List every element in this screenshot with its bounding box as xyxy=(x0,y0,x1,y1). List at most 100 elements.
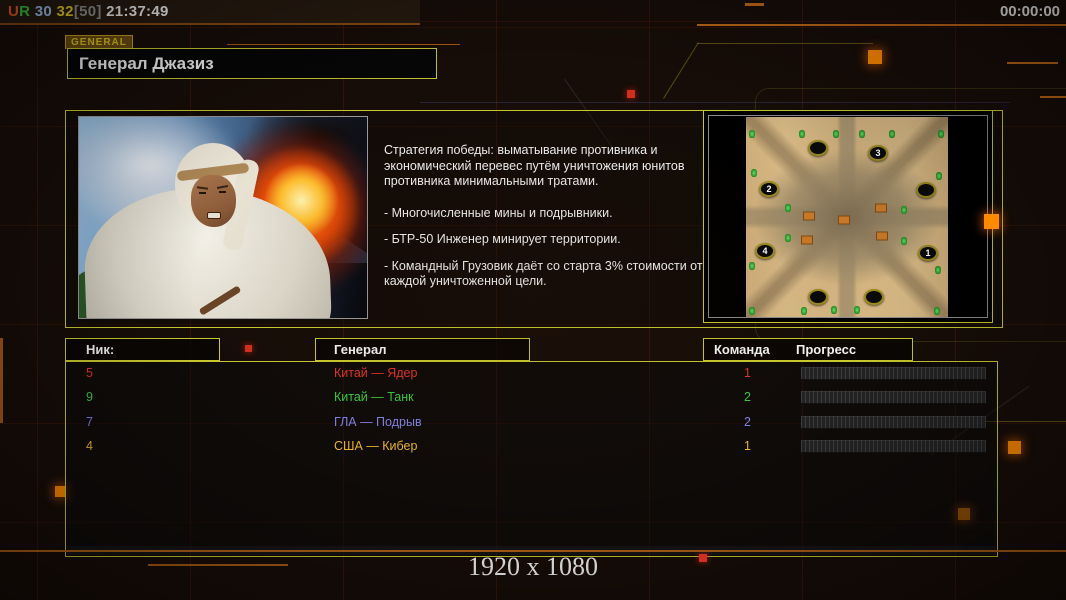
map-tree xyxy=(934,307,940,315)
map-tree xyxy=(749,130,755,138)
decor-square xyxy=(1008,441,1021,454)
map-tree xyxy=(785,234,791,242)
player-row: 9 Китай — Танк 2 xyxy=(66,390,997,410)
progress-bar xyxy=(801,416,986,429)
player-nick: 7 xyxy=(86,415,93,429)
map-start-spot-2: 2 xyxy=(759,181,779,197)
general-name: Генерал Джазиз xyxy=(79,54,214,73)
background-line xyxy=(227,44,460,45)
status-part: U xyxy=(8,3,20,20)
portrait-face xyxy=(191,175,236,227)
map-empty-spot xyxy=(916,182,936,198)
background-line xyxy=(697,24,1066,26)
map-tree xyxy=(889,130,895,138)
map-tree xyxy=(749,307,755,315)
map-tree xyxy=(936,172,942,180)
header-team: Команда xyxy=(714,342,770,357)
map-building xyxy=(875,203,887,213)
map-tree xyxy=(801,307,807,315)
map-start-spot-3: 3 xyxy=(868,145,888,161)
map-spot-number: 2 xyxy=(766,183,772,194)
status-part: 32 xyxy=(52,3,74,20)
decor-square xyxy=(984,214,999,229)
header-progress: Прогресс xyxy=(796,342,857,357)
general-portrait xyxy=(78,116,368,319)
map-spot-number: 1 xyxy=(925,247,931,258)
map-tree xyxy=(751,169,757,177)
progress-bar xyxy=(801,440,986,453)
minimap-display: 1 2 3 4 xyxy=(708,115,988,318)
status-part: [50] xyxy=(73,3,102,20)
decor-square xyxy=(245,345,252,352)
map-tree xyxy=(749,262,755,270)
match-timer: 00:00:00 xyxy=(999,3,1060,20)
player-general: Китай — Танк xyxy=(334,390,414,404)
strategy-point: - БТР-50 Инженер минирует территории. xyxy=(384,232,621,246)
background-line xyxy=(1007,62,1058,64)
players-table: 5 Китай — Ядер 1 9 Китай — Танк 2 7 ГЛА … xyxy=(65,361,998,557)
status-part: R xyxy=(19,3,31,20)
player-row: 4 США — Кибер 1 xyxy=(66,439,997,459)
header-team-progress: Команда Прогресс xyxy=(703,338,913,361)
map-tree xyxy=(901,237,907,245)
map-start-spot-4: 4 xyxy=(755,243,775,259)
map-start-spot-1: 1 xyxy=(918,245,938,261)
background-line xyxy=(0,338,3,423)
map-tree xyxy=(938,130,944,138)
strategy-text: Стратегия победы: выматывание противника… xyxy=(384,143,708,301)
resolution-label: 1920 x 1080 xyxy=(468,552,598,581)
status-part: 21:37:49 xyxy=(101,3,169,20)
player-general: Китай — Ядер xyxy=(334,366,418,380)
decor-square xyxy=(868,50,882,64)
decor-square xyxy=(699,554,707,562)
general-info-panel: Стратегия победы: выматывание противника… xyxy=(65,110,1003,328)
map-tree xyxy=(831,306,837,314)
map-tree xyxy=(833,130,839,138)
player-general: США — Кибер xyxy=(334,439,418,453)
general-tab: GENERAL xyxy=(65,35,133,49)
map-empty-spot xyxy=(864,289,884,305)
minimap-terrain: 1 2 3 4 xyxy=(746,117,948,317)
map-spot-number: 3 xyxy=(875,147,881,158)
header-nick: Ник: xyxy=(65,338,220,361)
strategy-point: - Командный Грузовик даёт со старта 3% с… xyxy=(384,258,703,289)
player-row: 5 Китай — Ядер 1 xyxy=(66,366,997,386)
general-name-box: Генерал Джазиз xyxy=(67,48,437,79)
background-line xyxy=(697,43,873,44)
player-nick: 5 xyxy=(86,366,93,380)
map-empty-spot xyxy=(808,140,828,156)
map-building xyxy=(801,235,813,245)
background-line xyxy=(1040,96,1066,98)
status-readout: UR 30 32[50] 21:37:49 xyxy=(8,3,169,20)
map-spot-number: 4 xyxy=(762,245,768,256)
player-general: ГЛА — Подрыв xyxy=(334,415,422,429)
strategy-point: - Многочисленные мины и подрывники. xyxy=(384,205,613,220)
progress-bar xyxy=(801,367,986,380)
map-building xyxy=(838,215,850,225)
map-tree xyxy=(935,266,941,274)
player-team: 2 xyxy=(744,415,751,429)
portrait-eye xyxy=(199,192,206,194)
player-row: 7 ГЛА — Подрыв 2 xyxy=(66,415,997,435)
strategy-intro: Стратегия победы: выматывание противника… xyxy=(384,143,685,188)
player-team: 1 xyxy=(744,439,751,453)
portrait-mouth xyxy=(207,212,221,219)
map-tree xyxy=(901,206,907,214)
player-nick: 4 xyxy=(86,439,93,453)
map-tree xyxy=(785,204,791,212)
header-general: Генерал xyxy=(315,338,530,361)
portrait-eye xyxy=(219,191,226,193)
decor-square xyxy=(627,90,635,98)
progress-bar xyxy=(801,391,986,404)
player-team: 2 xyxy=(744,390,751,404)
status-part: 30 xyxy=(30,3,53,20)
minimap-box: 1 2 3 4 xyxy=(703,110,993,323)
status-strip: UR 30 32[50] 21:37:49 xyxy=(0,0,420,25)
background-line xyxy=(745,3,764,6)
player-nick: 9 xyxy=(86,390,93,404)
map-building xyxy=(803,211,815,221)
player-team: 1 xyxy=(744,366,751,380)
map-tree xyxy=(854,306,860,314)
background-line xyxy=(420,102,1010,103)
map-tree xyxy=(859,130,865,138)
